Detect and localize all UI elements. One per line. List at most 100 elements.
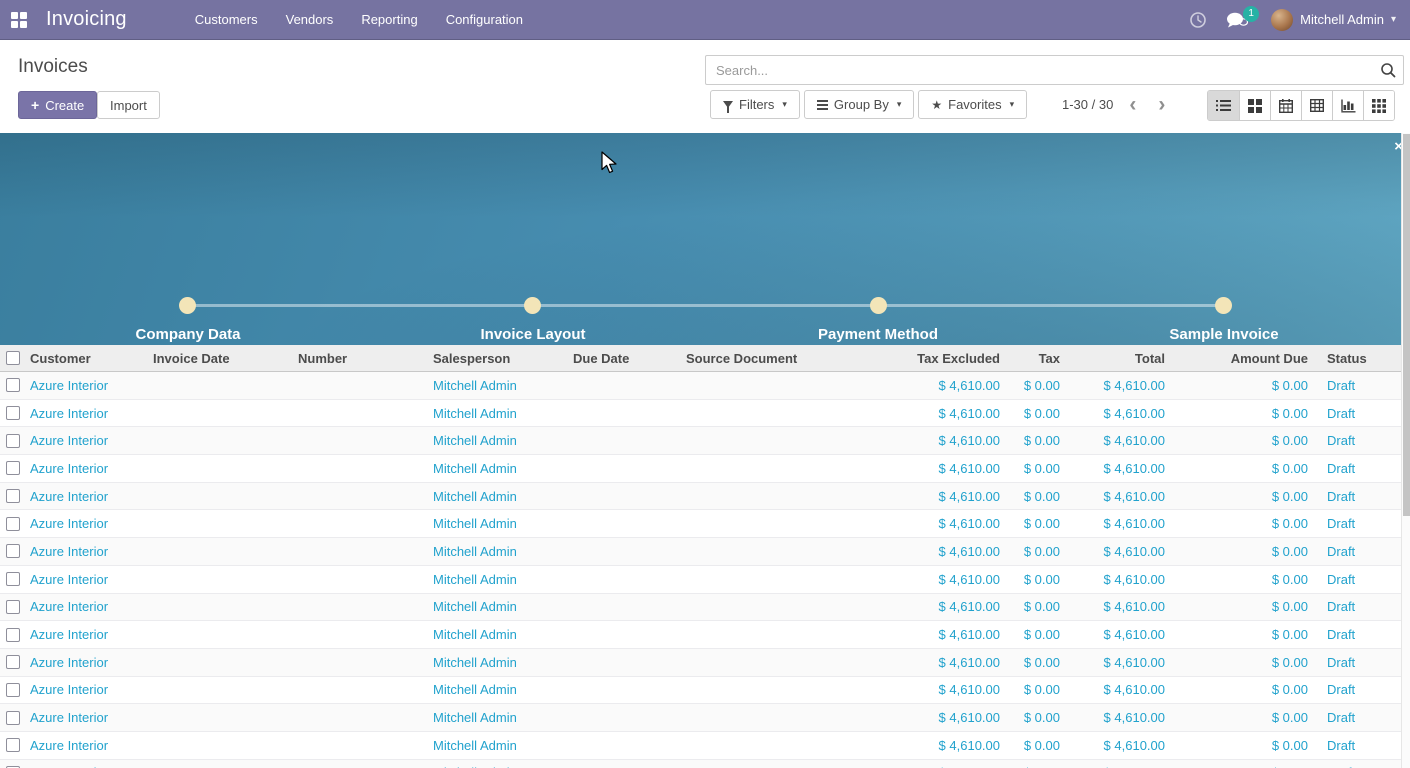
cell-tax-excluded: $ 4,610.00 xyxy=(880,682,1010,697)
select-all-checkbox[interactable] xyxy=(6,351,20,365)
import-button[interactable]: Import xyxy=(97,91,160,119)
activities-button[interactable] xyxy=(1181,0,1215,40)
row-checkbox[interactable] xyxy=(6,406,20,420)
messages-button[interactable]: 1 xyxy=(1215,0,1259,40)
cell-customer[interactable]: Azure Interior xyxy=(27,655,150,670)
row-checkbox[interactable] xyxy=(6,461,20,475)
cell-customer[interactable]: Azure Interior xyxy=(27,682,150,697)
menu-configuration[interactable]: Configuration xyxy=(432,0,537,40)
row-checkbox[interactable] xyxy=(6,489,20,503)
cell-tax: $ 0.00 xyxy=(1010,544,1070,559)
cell-amount-due: $ 0.00 xyxy=(1175,378,1318,393)
invoice-row[interactable]: Azure Interior Mitchell Admin $ 4,610.00… xyxy=(0,510,1410,538)
pager-previous-button[interactable]: ‹ xyxy=(1123,94,1142,115)
create-button[interactable]: + Create xyxy=(18,91,97,119)
invoice-row[interactable]: Azure Interior Mitchell Admin $ 4,610.00… xyxy=(0,677,1410,705)
column-header-due-date[interactable]: Due Date xyxy=(570,351,683,366)
list-body: Azure Interior Mitchell Admin $ 4,610.00… xyxy=(0,372,1410,768)
row-checkbox[interactable] xyxy=(6,378,20,392)
search-input[interactable] xyxy=(706,63,1373,78)
invoice-row[interactable]: Azure Interior Mitchell Admin $ 4,610.00… xyxy=(0,427,1410,455)
top-navbar: Invoicing Customers Vendors Reporting Co… xyxy=(0,0,1410,40)
invoice-row[interactable]: Azure Interior Mitchell Admin $ 4,610.00… xyxy=(0,704,1410,732)
row-checkbox[interactable] xyxy=(6,600,20,614)
cell-customer[interactable]: Azure Interior xyxy=(27,627,150,642)
cell-tax: $ 0.00 xyxy=(1010,682,1070,697)
apps-menu-button[interactable] xyxy=(0,0,38,40)
pager-next-button[interactable]: › xyxy=(1152,94,1171,115)
calendar-view-button[interactable] xyxy=(1270,91,1301,120)
cell-customer[interactable]: Azure Interior xyxy=(27,461,150,476)
column-header-tax[interactable]: Tax xyxy=(1010,351,1070,366)
step-title: Company Data xyxy=(48,326,328,343)
app-title[interactable]: Invoicing xyxy=(38,8,141,31)
view-switcher xyxy=(1207,90,1395,121)
activity-view-button[interactable] xyxy=(1363,91,1394,120)
invoice-row[interactable]: Azure Interior Mitchell Admin $ 4,610.00… xyxy=(0,732,1410,760)
invoice-row[interactable]: Azure Interior Mitchell Admin $ 4,610.00… xyxy=(0,400,1410,428)
row-checkbox[interactable] xyxy=(6,517,20,531)
row-checkbox[interactable] xyxy=(6,683,20,697)
cell-tax: $ 0.00 xyxy=(1010,738,1070,753)
menu-customers[interactable]: Customers xyxy=(181,0,272,40)
invoice-row[interactable]: Azure Interior Mitchell Admin $ 4,610.00… xyxy=(0,455,1410,483)
invoice-row[interactable]: Azure Interior Mitchell Admin $ 4,610.00… xyxy=(0,760,1410,768)
row-checkbox[interactable] xyxy=(6,544,20,558)
graph-view-button[interactable] xyxy=(1332,91,1363,120)
cell-customer[interactable]: Azure Interior xyxy=(27,406,150,421)
cell-customer[interactable]: Azure Interior xyxy=(27,710,150,725)
column-header-source-document[interactable]: Source Document xyxy=(683,351,880,366)
invoice-row[interactable]: Azure Interior Mitchell Admin $ 4,610.00… xyxy=(0,566,1410,594)
scrollbar-thumb[interactable] xyxy=(1403,134,1410,516)
row-checkbox[interactable] xyxy=(6,434,20,448)
row-checkbox[interactable] xyxy=(6,738,20,752)
group-by-button[interactable]: Group By ▾ xyxy=(804,90,914,119)
invoice-row[interactable]: Azure Interior Mitchell Admin $ 4,610.00… xyxy=(0,594,1410,622)
invoice-list: Customer Invoice Date Number Salesperson… xyxy=(0,345,1410,768)
invoice-row[interactable]: Azure Interior Mitchell Admin $ 4,610.00… xyxy=(0,649,1410,677)
column-header-invoice-date[interactable]: Invoice Date xyxy=(150,351,295,366)
pivot-view-button[interactable] xyxy=(1301,91,1332,120)
cell-customer[interactable]: Azure Interior xyxy=(27,516,150,531)
column-header-number[interactable]: Number xyxy=(295,351,430,366)
clock-icon xyxy=(1189,11,1207,29)
row-checkbox[interactable] xyxy=(6,711,20,725)
column-header-amount-due[interactable]: Amount Due xyxy=(1175,351,1318,366)
vertical-scrollbar[interactable] xyxy=(1401,133,1410,768)
apps-grid-icon xyxy=(11,12,27,28)
cell-customer[interactable]: Azure Interior xyxy=(27,433,150,448)
calendar-icon xyxy=(1279,99,1293,113)
row-checkbox[interactable] xyxy=(6,628,20,642)
cell-customer[interactable]: Azure Interior xyxy=(27,544,150,559)
onboarding-step-invoice-layout: Invoice Layout Customize the look of you… xyxy=(393,326,673,345)
invoice-row[interactable]: Azure Interior Mitchell Admin $ 4,610.00… xyxy=(0,372,1410,400)
filters-button[interactable]: Filters ▾ xyxy=(710,90,800,119)
row-checkbox[interactable] xyxy=(6,655,20,669)
invoice-row[interactable]: Azure Interior Mitchell Admin $ 4,610.00… xyxy=(0,483,1410,511)
kanban-view-button[interactable] xyxy=(1239,91,1270,120)
cell-amount-due: $ 0.00 xyxy=(1175,572,1318,587)
cell-customer[interactable]: Azure Interior xyxy=(27,572,150,587)
cell-tax: $ 0.00 xyxy=(1010,461,1070,476)
favorites-button[interactable]: ★ Favorites ▾ xyxy=(918,90,1027,119)
invoice-row[interactable]: Azure Interior Mitchell Admin $ 4,610.00… xyxy=(0,538,1410,566)
invoice-row[interactable]: Azure Interior Mitchell Admin $ 4,610.00… xyxy=(0,621,1410,649)
cell-amount-due: $ 0.00 xyxy=(1175,599,1318,614)
column-header-customer[interactable]: Customer xyxy=(27,351,150,366)
cell-customer[interactable]: Azure Interior xyxy=(27,738,150,753)
list-view-button[interactable] xyxy=(1208,91,1239,120)
step-title: Invoice Layout xyxy=(393,326,673,343)
row-checkbox[interactable] xyxy=(6,572,20,586)
column-header-total[interactable]: Total xyxy=(1070,351,1175,366)
column-header-tax-excluded[interactable]: Tax Excluded xyxy=(880,351,1010,366)
menu-reporting[interactable]: Reporting xyxy=(347,0,431,40)
chevron-down-icon: ▾ xyxy=(897,99,902,110)
search-icon[interactable] xyxy=(1373,62,1403,78)
cell-customer[interactable]: Azure Interior xyxy=(27,489,150,504)
user-menu[interactable]: Mitchell Admin ▾ xyxy=(1271,9,1396,31)
menu-vendors[interactable]: Vendors xyxy=(272,0,348,40)
cell-customer[interactable]: Azure Interior xyxy=(27,378,150,393)
column-header-salesperson[interactable]: Salesperson xyxy=(430,351,570,366)
column-header-status[interactable]: Status xyxy=(1318,351,1410,366)
cell-customer[interactable]: Azure Interior xyxy=(27,599,150,614)
